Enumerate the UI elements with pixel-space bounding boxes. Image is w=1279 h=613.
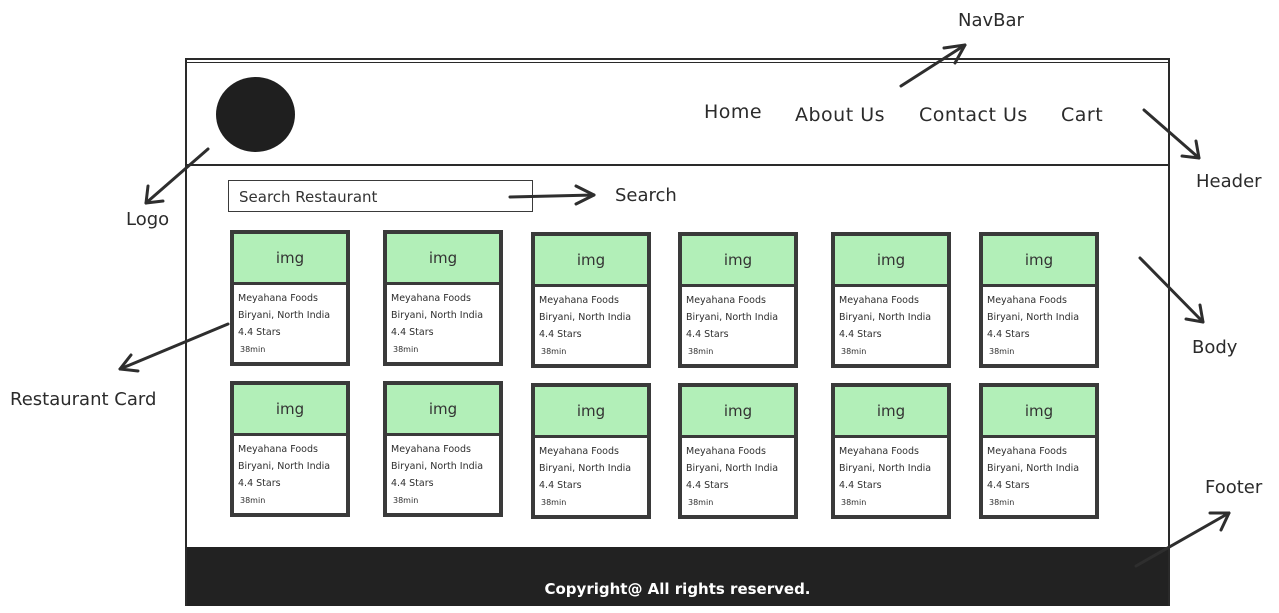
header-arrow [1142,108,1201,160]
logo-arrow [144,147,210,205]
body-arrow [1138,256,1205,324]
annotation-arrows [118,43,1231,568]
restaurant-card-arrow [118,322,230,373]
footer-arrow [1134,511,1231,568]
search-arrow [508,184,596,206]
navbar-arrow [899,43,967,88]
